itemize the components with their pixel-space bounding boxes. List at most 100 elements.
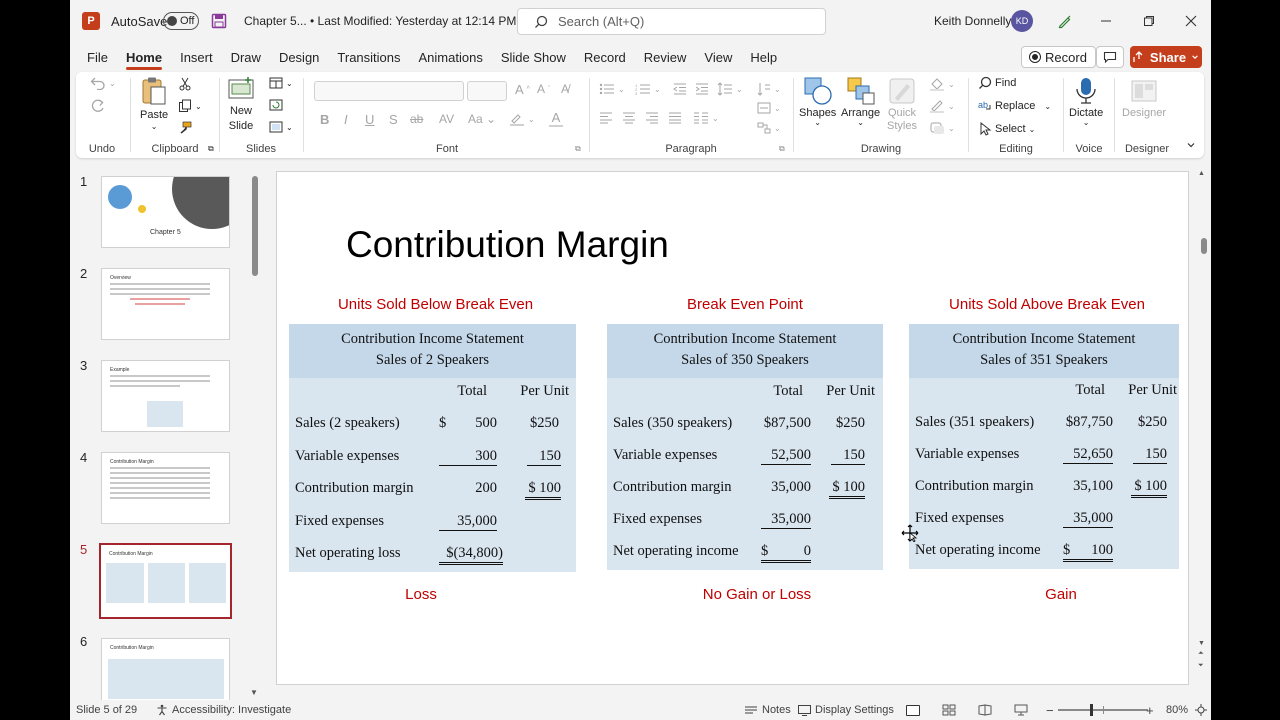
income-statement-panel[interactable]: Contribution Income Statement Sales of 2… bbox=[289, 324, 576, 572]
tab-animations[interactable]: Animations bbox=[410, 42, 492, 72]
fit-slide-button[interactable] bbox=[1195, 700, 1207, 720]
align-right-icon[interactable] bbox=[645, 112, 659, 124]
column-footer[interactable]: No Gain or Loss bbox=[677, 586, 837, 603]
income-statement-panel[interactable]: Contribution Income Statement Sales of 3… bbox=[607, 324, 883, 570]
close-icon[interactable] bbox=[1185, 15, 1197, 27]
layout-button[interactable]: ⌄ bbox=[269, 77, 293, 89]
share-button[interactable]: Share bbox=[1130, 46, 1202, 68]
normal-view-button[interactable] bbox=[906, 700, 920, 720]
arrange-button[interactable]: Arrange ⌄ bbox=[841, 76, 880, 127]
tab-record[interactable]: Record bbox=[575, 42, 635, 72]
thumbnail-slide-4[interactable]: Contribution Margin bbox=[101, 452, 230, 524]
redo-button[interactable] bbox=[90, 99, 106, 113]
clear-formatting-icon[interactable]: A̸ bbox=[561, 82, 569, 96]
columns-icon[interactable]: ⌄ bbox=[693, 112, 719, 124]
align-text-icon[interactable]: ⌄ bbox=[757, 102, 781, 114]
line-spacing-icon[interactable]: ⌄ bbox=[717, 82, 743, 96]
format-painter-button[interactable] bbox=[178, 121, 192, 135]
tab-slide-show[interactable]: Slide Show bbox=[492, 42, 575, 72]
new-slide-button[interactable]: New Slide bbox=[227, 76, 255, 132]
strikethrough-icon[interactable]: ab bbox=[410, 112, 423, 126]
decrease-indent-icon[interactable] bbox=[673, 83, 687, 95]
slide-count[interactable]: Slide 5 of 29 bbox=[76, 700, 137, 720]
collapse-ribbon-button[interactable] bbox=[1186, 140, 1196, 150]
editor-scrollbar-thumb[interactable] bbox=[1201, 238, 1207, 254]
cut-button[interactable] bbox=[178, 77, 192, 91]
zoom-slider-thumb[interactable] bbox=[1090, 704, 1093, 716]
zoom-out-button[interactable]: − bbox=[1046, 700, 1054, 720]
user-name[interactable]: Keith Donnelly bbox=[934, 0, 1011, 42]
shape-effects-icon[interactable]: ⌄ bbox=[929, 121, 955, 135]
dictate-button[interactable]: Dictate ⌄ bbox=[1069, 76, 1103, 127]
tab-transitions[interactable]: Transitions bbox=[328, 42, 409, 72]
previous-slide-icon[interactable]: ⏶ bbox=[1198, 650, 1204, 658]
thumbnail-scrollbar[interactable] bbox=[252, 176, 258, 276]
scroll-down-icon[interactable]: ▼ bbox=[250, 688, 258, 697]
paragraph-launcher-icon[interactable]: ⧉ bbox=[779, 144, 785, 154]
bullets-icon[interactable]: ⌄ bbox=[599, 83, 625, 95]
tab-draw[interactable]: Draw bbox=[222, 42, 270, 72]
column-footer[interactable]: Loss bbox=[289, 586, 553, 603]
scroll-down-icon[interactable]: ▼ bbox=[1198, 640, 1205, 647]
tab-home[interactable]: Home bbox=[117, 42, 171, 72]
pen-icon[interactable] bbox=[1057, 13, 1073, 29]
accessibility-button[interactable]: Accessibility: Investigate bbox=[156, 700, 291, 720]
thumbnail-slide-1[interactable]: Chapter 5 bbox=[101, 176, 230, 248]
find-button[interactable]: Find bbox=[978, 76, 1016, 90]
minimize-icon[interactable] bbox=[1100, 15, 1112, 27]
autosave-toggle[interactable]: Off bbox=[163, 12, 199, 30]
section-button[interactable]: ⌄ bbox=[269, 121, 293, 133]
zoom-slider[interactable] bbox=[1058, 700, 1148, 720]
thumbnail-slide-6[interactable]: Contribution Margin bbox=[101, 638, 230, 700]
zoom-level[interactable]: 80% bbox=[1166, 700, 1188, 720]
slide-title[interactable]: Contribution Margin bbox=[346, 224, 669, 266]
character-spacing-icon[interactable]: AV bbox=[439, 112, 454, 126]
quick-styles-button[interactable]: Quick Styles bbox=[887, 76, 917, 132]
thumbnail-slide-2[interactable]: Overview bbox=[101, 268, 230, 340]
slide-sorter-button[interactable] bbox=[942, 700, 956, 720]
thumbnail-slide-5[interactable]: Contribution Margin bbox=[99, 543, 232, 619]
notes-button[interactable]: Notes bbox=[744, 700, 791, 720]
italic-icon[interactable]: I bbox=[344, 112, 348, 127]
slide-canvas[interactable]: Contribution Margin Units Sold Below Bre… bbox=[276, 171, 1189, 685]
align-left-icon[interactable] bbox=[599, 112, 613, 124]
avatar[interactable]: KD bbox=[1011, 10, 1033, 32]
column-heading[interactable]: Break Even Point bbox=[607, 296, 883, 313]
next-slide-icon[interactable]: ⏷ bbox=[1198, 662, 1204, 670]
scroll-up-icon[interactable]: ▲ bbox=[1198, 170, 1205, 177]
tab-insert[interactable]: Insert bbox=[171, 42, 222, 72]
column-footer[interactable]: Gain bbox=[981, 586, 1141, 603]
copy-button[interactable]: ⌄ bbox=[178, 99, 202, 113]
file-name[interactable]: Chapter 5... bbox=[244, 0, 307, 42]
paste-button[interactable]: Paste ⌄ bbox=[140, 76, 168, 131]
tab-review[interactable]: Review bbox=[635, 42, 696, 72]
underline-icon[interactable]: U bbox=[365, 112, 374, 127]
undo-button[interactable]: ⌄ bbox=[90, 76, 116, 90]
increase-font-size-icon[interactable]: A ^ bbox=[515, 82, 530, 97]
zoom-in-button[interactable]: + bbox=[1146, 700, 1154, 720]
tab-view[interactable]: View bbox=[695, 42, 741, 72]
tab-file[interactable]: File bbox=[78, 42, 117, 72]
slide-show-button[interactable] bbox=[1014, 700, 1028, 720]
font-launcher-icon[interactable]: ⧉ bbox=[575, 144, 581, 154]
numbering-icon[interactable]: 1 2 3 ⌄ bbox=[635, 83, 661, 95]
shape-fill-icon[interactable]: ⌄ bbox=[929, 77, 955, 91]
shadow-icon[interactable]: S bbox=[389, 112, 398, 127]
display-settings-button[interactable]: Display Settings bbox=[798, 700, 894, 720]
income-statement-panel[interactable]: Contribution Income Statement Sales of 3… bbox=[909, 324, 1179, 569]
clipboard-launcher-icon[interactable]: ⧉ bbox=[208, 144, 214, 154]
replace-button[interactable]: ab Replace ⌄ bbox=[978, 99, 1051, 113]
text-direction-icon[interactable]: ⌄ bbox=[757, 82, 781, 96]
bold-icon[interactable]: B bbox=[320, 112, 329, 127]
highlight-color-icon[interactable]: ⌄ bbox=[509, 112, 535, 126]
increase-indent-icon[interactable] bbox=[695, 83, 709, 95]
tab-design[interactable]: Design bbox=[270, 42, 328, 72]
save-icon[interactable] bbox=[211, 13, 227, 29]
search-input[interactable]: Search (Alt+Q) bbox=[517, 8, 826, 35]
column-heading[interactable]: Units Sold Above Break Even bbox=[909, 296, 1185, 313]
font-color-icon[interactable]: A bbox=[549, 110, 563, 127]
change-case-icon[interactable]: Aa ⌄ bbox=[468, 112, 496, 126]
reset-slide-button[interactable] bbox=[269, 99, 283, 111]
record-button[interactable]: Record bbox=[1021, 46, 1096, 68]
reading-view-button[interactable] bbox=[978, 700, 992, 720]
